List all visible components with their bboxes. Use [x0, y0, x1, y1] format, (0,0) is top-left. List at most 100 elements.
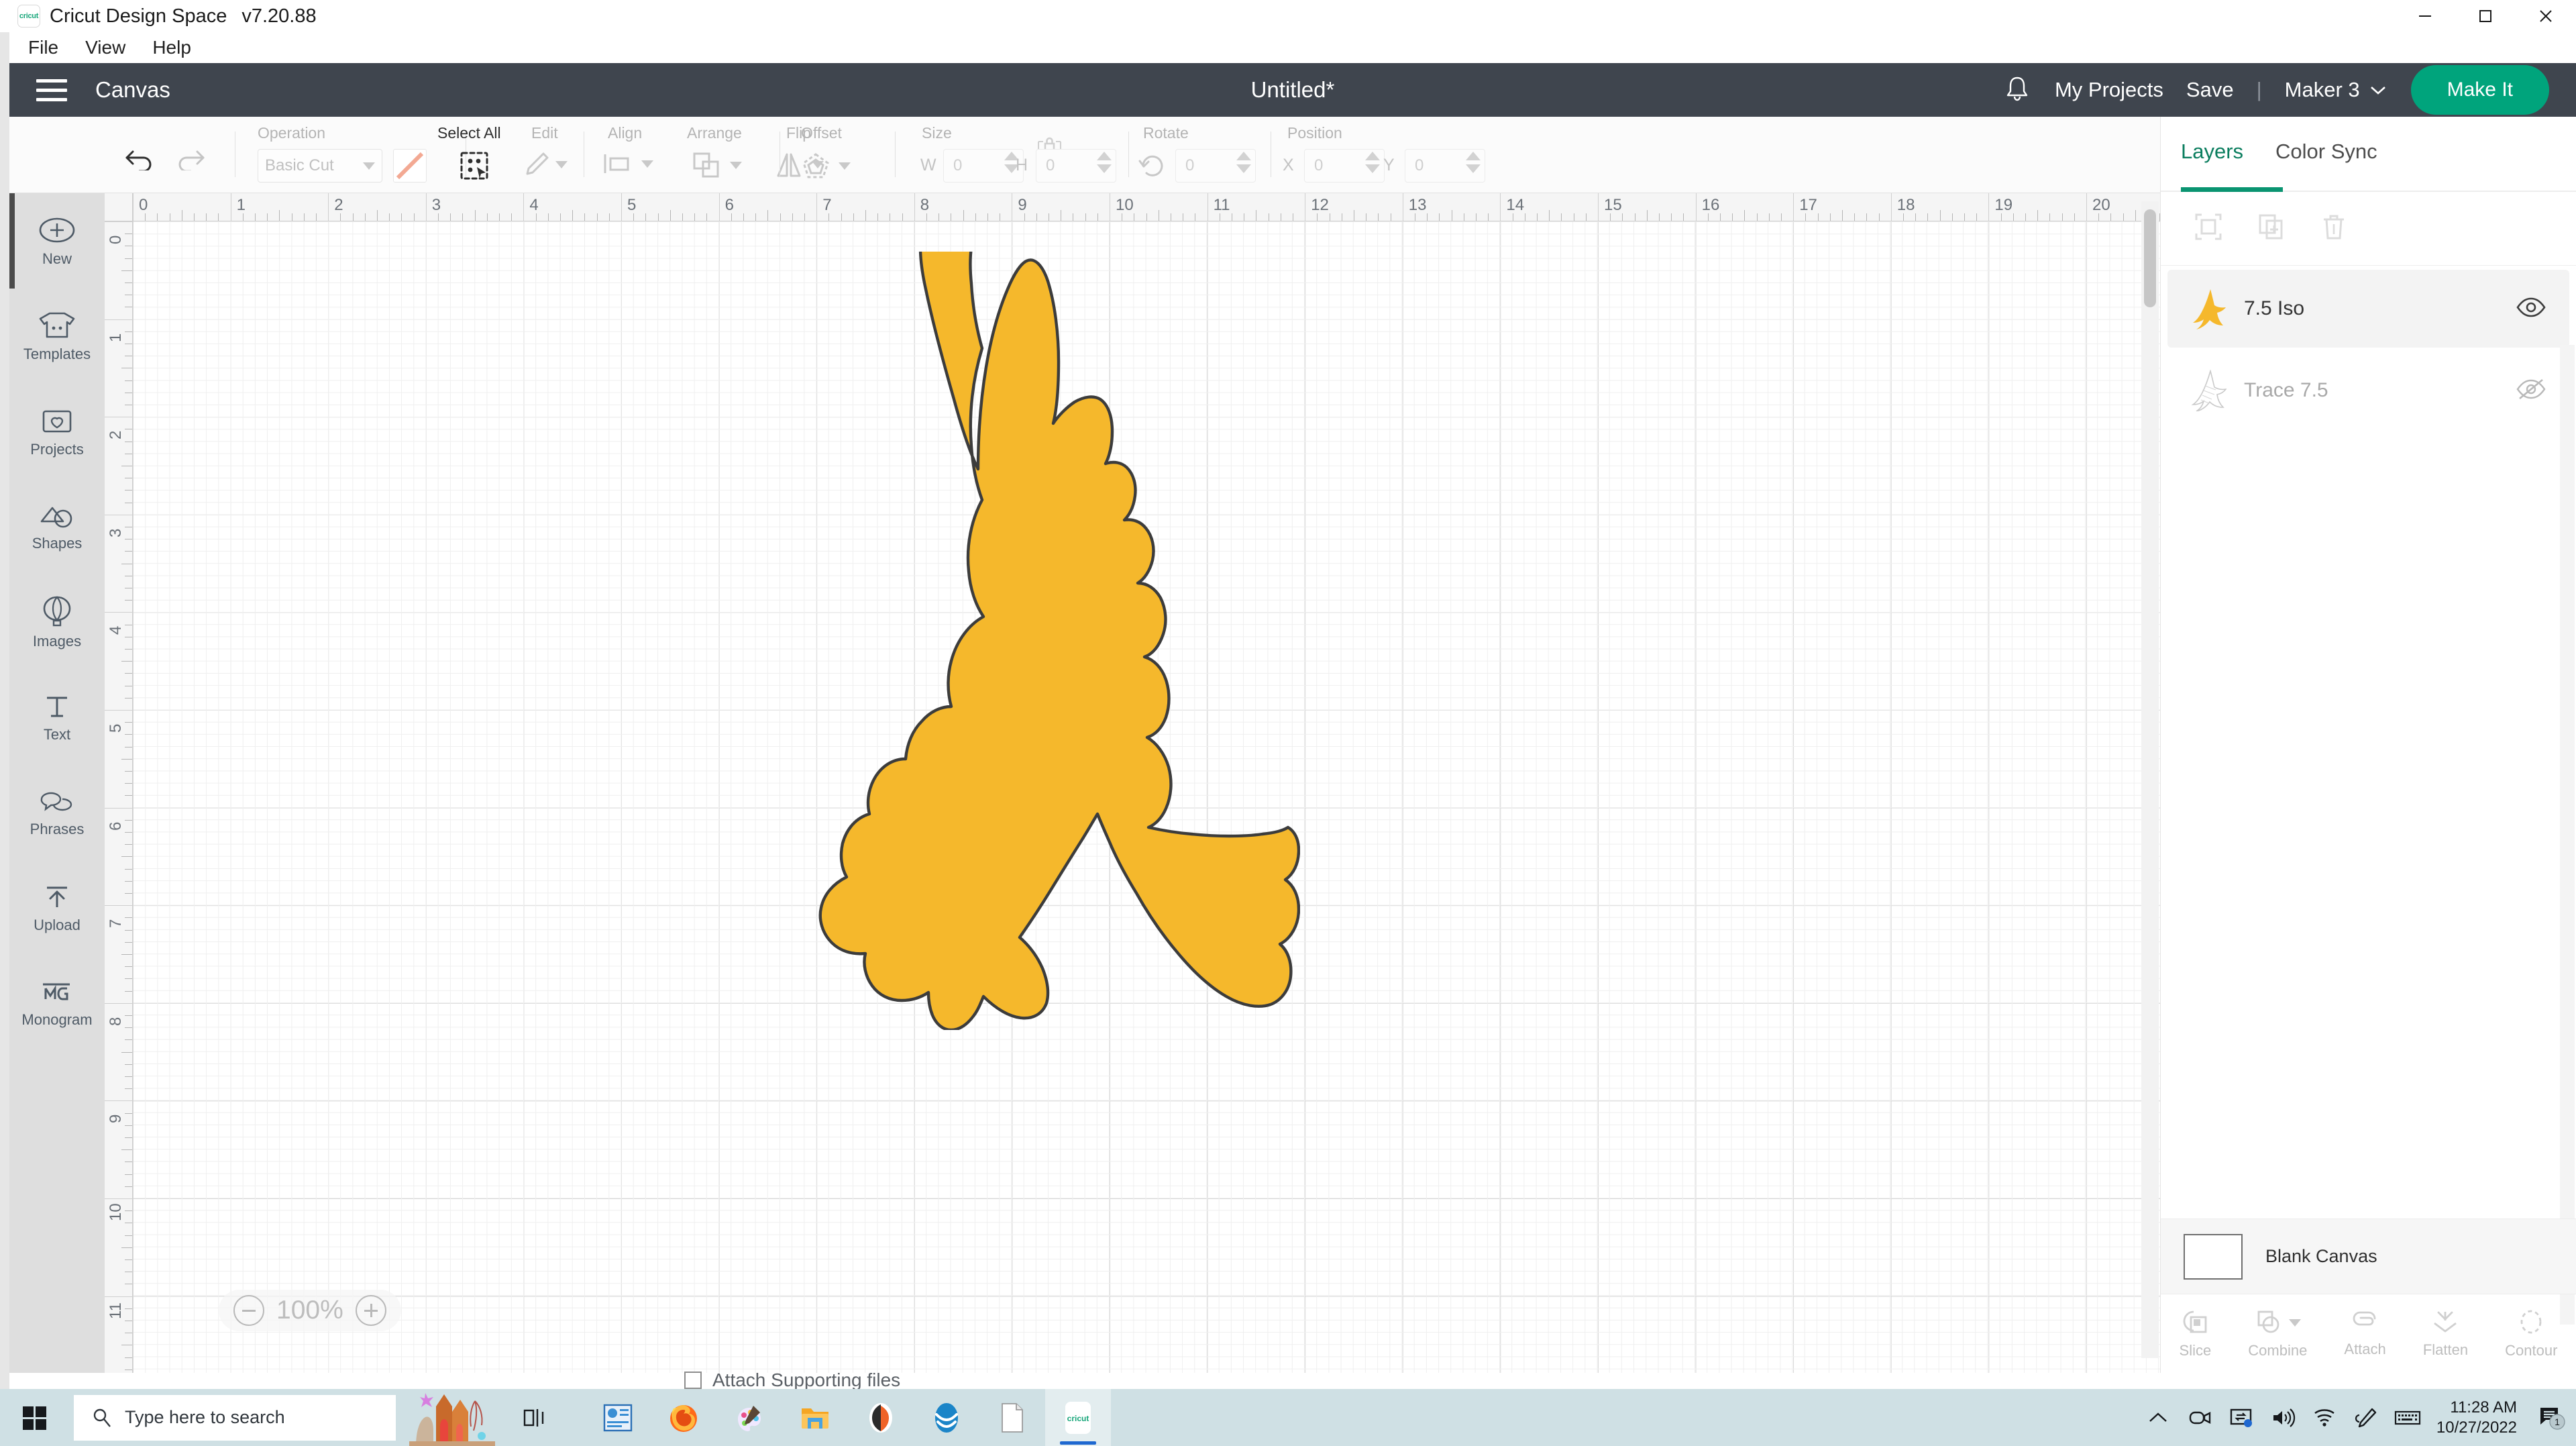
menu-item-view[interactable]: View	[72, 37, 139, 58]
save-button[interactable]: Save	[2186, 78, 2234, 102]
chevron-down-icon	[363, 162, 375, 170]
ruler-tick	[608, 213, 610, 221]
sidebar-item-monogram[interactable]: Monogram	[9, 956, 105, 1051]
sidebar-item-templates[interactable]: Templates	[9, 289, 105, 384]
select-all-label: Select All	[437, 124, 501, 142]
layer-row[interactable]: Trace 7.5	[2167, 352, 2569, 429]
rotate-stepper[interactable]	[1229, 152, 1258, 173]
attach-paperclip-icon	[2353, 1311, 2375, 1326]
search-input[interactable]: Type here to search	[74, 1394, 396, 1441]
offset-icon	[802, 153, 829, 178]
rotate-icon[interactable]	[1138, 152, 1167, 180]
chevron-up-icon[interactable]	[2137, 1389, 2179, 1446]
machine-label: Maker 3	[2284, 78, 2360, 101]
redo-icon[interactable]	[173, 144, 207, 170]
sidebar-item-phrases[interactable]: Phrases	[9, 765, 105, 860]
sidebar-item-new[interactable]: New	[9, 193, 105, 289]
ruler-tick	[767, 210, 769, 221]
ruler-tick	[645, 213, 647, 221]
operation-color-swatch[interactable]	[393, 149, 427, 183]
align-button[interactable]	[602, 150, 653, 177]
blue-oval-app-icon[interactable]	[914, 1389, 979, 1446]
news-widget-thumbnail[interactable]	[396, 1389, 503, 1446]
dashboard-app-icon[interactable]	[585, 1389, 651, 1446]
tab-color-sync[interactable]: Color Sync	[2275, 140, 2377, 169]
keyboard-icon[interactable]	[2387, 1389, 2428, 1446]
taskbar-clock[interactable]: 11:28 AM 10/27/2022	[2436, 1398, 2517, 1438]
attach-supporting-files-checkbox[interactable]	[684, 1372, 702, 1389]
notification-bell-icon[interactable]	[2004, 74, 2031, 106]
blank-canvas-row[interactable]: Blank Canvas	[2161, 1219, 2576, 1294]
zoom-out-icon[interactable]	[233, 1295, 264, 1326]
operation-select[interactable]: Basic Cut	[258, 149, 382, 183]
menu-item-file[interactable]: File	[15, 37, 72, 58]
camera-icon[interactable]	[2179, 1389, 2220, 1446]
ruler-tick	[2049, 213, 2051, 221]
layers-scrollbar[interactable]	[2560, 345, 2575, 1325]
screen-cast-icon[interactable]	[2220, 1389, 2262, 1446]
add-layer-icon[interactable]	[2256, 211, 2287, 246]
canvas-vscroll-thumb[interactable]	[2144, 209, 2156, 307]
offset-button[interactable]	[800, 150, 851, 181]
document-icon[interactable]	[979, 1389, 1045, 1446]
layer-row[interactable]: 7.5 Iso	[2167, 270, 2569, 348]
attach-button[interactable]: Attach	[2344, 1309, 2386, 1358]
sidebar-item-shapes[interactable]: Shapes	[9, 479, 105, 574]
duplicate-selection-icon[interactable]	[2193, 211, 2224, 246]
ruler-tick	[125, 1235, 132, 1236]
ruler-tick	[450, 213, 451, 221]
chevron-down-icon	[839, 162, 851, 170]
edit-button[interactable]	[523, 150, 568, 178]
sidebar-item-images[interactable]: Images	[9, 574, 105, 670]
ruler-tick	[706, 213, 708, 221]
task-view-icon[interactable]	[503, 1389, 569, 1446]
sidebar-item-projects[interactable]: Projects	[9, 384, 105, 479]
hamburger-icon[interactable]	[36, 79, 67, 101]
machine-selector[interactable]: Maker 3	[2285, 78, 2387, 102]
paint-app-icon[interactable]	[716, 1389, 782, 1446]
tab-layers[interactable]: Layers	[2181, 140, 2243, 169]
file-explorer-icon[interactable]	[782, 1389, 848, 1446]
maximize-icon[interactable]	[2455, 0, 2516, 32]
ruler-tick	[1598, 193, 1599, 221]
select-all-button[interactable]	[459, 150, 490, 181]
ruler-tick	[125, 771, 132, 772]
combine-button[interactable]: Combine	[2248, 1308, 2307, 1359]
close-icon[interactable]	[2516, 0, 2576, 32]
windows-start-icon[interactable]	[0, 1404, 70, 1431]
ruler-tick	[486, 213, 488, 221]
sidebar-item-upload[interactable]: Upload	[9, 860, 105, 956]
volume-icon[interactable]	[2262, 1389, 2304, 1446]
wifi-icon[interactable]	[2304, 1389, 2345, 1446]
ruler-tick	[1671, 213, 1672, 221]
ruler-tick	[401, 213, 402, 221]
eye-icon[interactable]	[2516, 296, 2546, 322]
firefox-icon[interactable]	[651, 1389, 716, 1446]
size-h-stepper[interactable]	[1089, 152, 1119, 173]
pen-icon[interactable]	[2345, 1389, 2387, 1446]
eye-off-icon[interactable]	[2516, 378, 2546, 404]
undo-icon[interactable]	[123, 144, 157, 170]
design-canvas[interactable]: 0 1 2 3 4 5 6 7 8 9 10 11 12 13 14 15 16 17 18 19 20 0123456…	[105, 193, 2160, 1373]
menu-item-help[interactable]: Help	[139, 37, 205, 58]
notification-center-icon[interactable]: 1	[2529, 1389, 2576, 1446]
my-projects-link[interactable]: My Projects	[2055, 78, 2163, 102]
ruler-tick	[1097, 213, 1098, 221]
orange-oval-app-icon[interactable]	[848, 1389, 914, 1446]
arrange-button[interactable]	[691, 150, 742, 180]
make-it-button[interactable]: Make It	[2410, 65, 2549, 115]
sidebar-item-text[interactable]: Text	[9, 670, 105, 765]
flying-bird-silhouette[interactable]	[790, 252, 1300, 1030]
position-y-stepper[interactable]	[1458, 152, 1488, 173]
background-window-peek[interactable]: Attach Supporting files	[684, 1369, 1422, 1392]
ruler-v-label: 6	[107, 821, 125, 831]
minimize-icon[interactable]	[2395, 0, 2455, 32]
flatten-button[interactable]: Flatten	[2423, 1308, 2468, 1359]
cricut-app-icon[interactable]: cricut	[1045, 1389, 1111, 1446]
ruler-tick	[125, 917, 132, 919]
delete-layer-icon[interactable]	[2319, 211, 2349, 246]
zoom-in-icon[interactable]	[355, 1295, 386, 1326]
slice-button[interactable]: Slice	[2180, 1308, 2211, 1359]
contour-button[interactable]: Contour	[2505, 1308, 2557, 1359]
canvas-vertical-scrollbar[interactable]	[2141, 201, 2159, 1358]
